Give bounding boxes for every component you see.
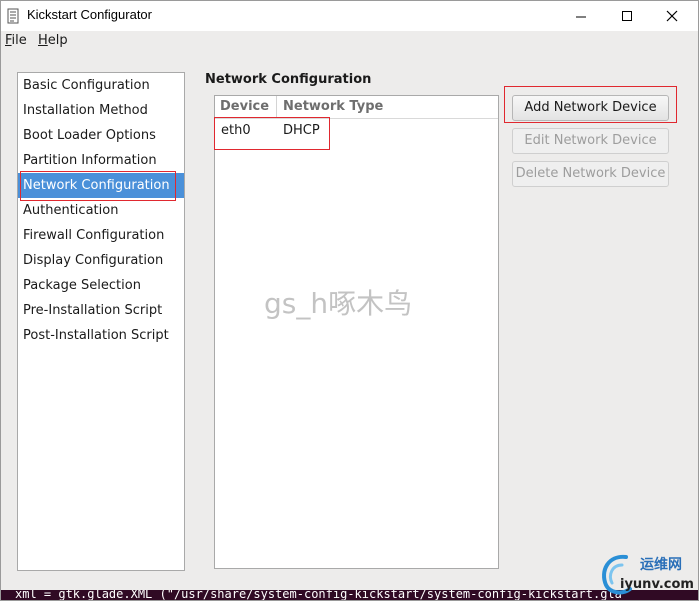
close-button[interactable] <box>649 1 695 31</box>
sidebar-item-boot-loader-options[interactable]: Boot Loader Options <box>18 123 184 148</box>
table-header: Device Network Type <box>215 96 498 119</box>
sidebar: Basic Configuration Installation Method … <box>17 72 185 571</box>
close-icon <box>666 10 678 22</box>
maximize-icon <box>622 11 632 21</box>
site-logo: 运维网 iyunv.com <box>596 551 696 597</box>
app-icon <box>7 8 19 24</box>
column-header-network-type[interactable]: Network Type <box>277 96 498 118</box>
menu-help-label: elp <box>47 33 68 48</box>
sidebar-item-basic-configuration[interactable]: Basic Configuration <box>18 73 184 98</box>
delete-network-device-button[interactable]: Delete Network Device <box>512 161 669 187</box>
network-device-table: Device Network Type eth0 DHCP <box>214 95 499 569</box>
menu-file-label: ile <box>11 33 27 48</box>
sidebar-item-partition-information[interactable]: Partition Information <box>18 148 184 173</box>
sidebar-item-firewall-configuration[interactable]: Firewall Configuration <box>18 223 184 248</box>
menu-help[interactable]: Help <box>38 33 68 48</box>
app-window: Kickstart Configurator File Help Basic C… <box>0 0 699 601</box>
title-bar: Kickstart Configurator <box>1 1 698 31</box>
page-title: Network Configuration <box>205 72 372 87</box>
logo-text-top: 运维网 <box>640 557 682 573</box>
sidebar-item-pre-installation-script[interactable]: Pre-Installation Script <box>18 298 184 323</box>
menu-help-mnemonic: H <box>38 33 48 48</box>
minimize-icon <box>576 16 586 18</box>
cell-network-type: DHCP <box>283 123 320 138</box>
sidebar-item-network-configuration[interactable]: Network Configuration <box>18 173 184 198</box>
edit-network-device-button[interactable]: Edit Network Device <box>512 128 669 154</box>
table-row[interactable]: eth0 DHCP <box>215 120 498 142</box>
cell-device: eth0 <box>221 123 251 138</box>
minimize-button[interactable] <box>558 1 604 31</box>
watermark-text: gs_h啄木鸟 <box>264 287 413 320</box>
terminal-strip: xml = gtk.glade.XML ("/usr/share/system-… <box>1 590 698 601</box>
add-network-device-button[interactable]: Add Network Device <box>512 95 669 121</box>
menu-bar: File Help <box>1 31 698 53</box>
column-header-device[interactable]: Device <box>215 96 277 118</box>
sidebar-item-package-selection[interactable]: Package Selection <box>18 273 184 298</box>
menu-file[interactable]: File <box>5 33 27 48</box>
window-title: Kickstart Configurator <box>27 7 152 22</box>
sidebar-item-display-configuration[interactable]: Display Configuration <box>18 248 184 273</box>
maximize-button[interactable] <box>604 1 650 31</box>
sidebar-item-installation-method[interactable]: Installation Method <box>18 98 184 123</box>
sidebar-item-authentication[interactable]: Authentication <box>18 198 184 223</box>
sidebar-item-post-installation-script[interactable]: Post-Installation Script <box>18 323 184 348</box>
terminal-text: xml = gtk.glade.XML ("/usr/share/system-… <box>15 590 622 601</box>
logo-text-bottom: iyunv.com <box>620 577 694 592</box>
